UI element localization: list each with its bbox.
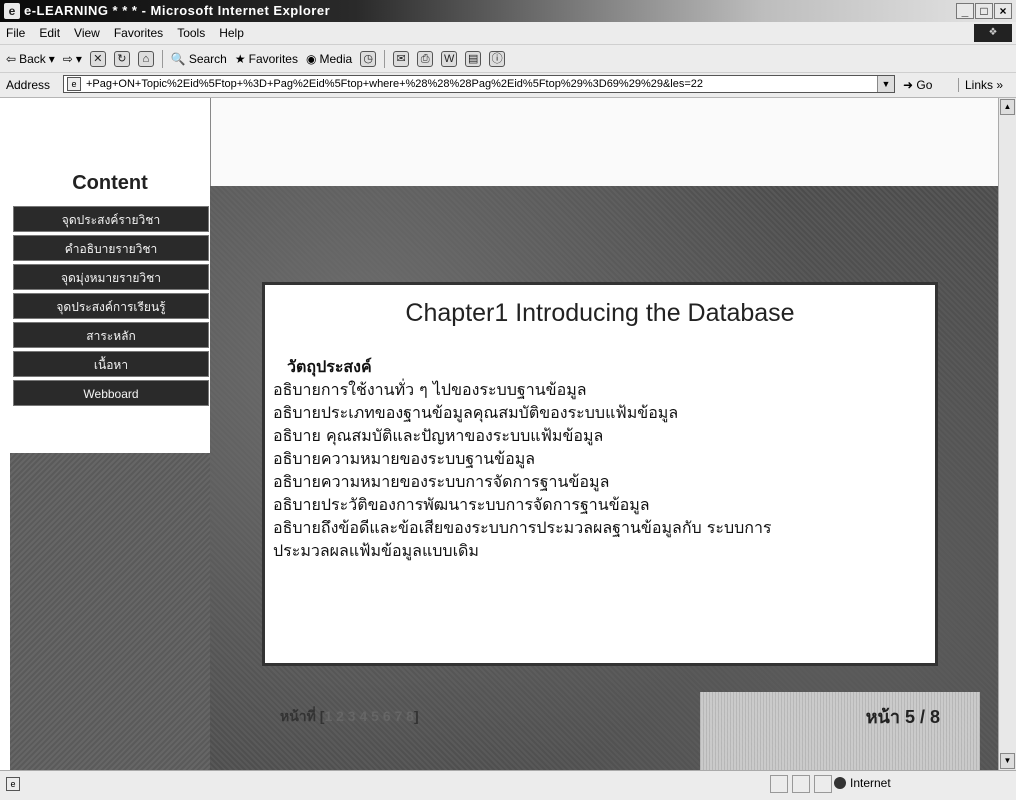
page-links: หน้าที่ [1 2 3 4 5 6 7 8] xyxy=(280,706,419,728)
search-icon: 🔍 xyxy=(170,52,186,66)
slide-title: Chapter1 Introducing the Database xyxy=(405,299,795,327)
menu-favorites[interactable]: Favorites xyxy=(114,26,163,40)
menu-edit[interactable]: Edit xyxy=(39,26,60,40)
left-texture xyxy=(10,453,210,770)
go-button[interactable]: ➜ Go xyxy=(903,78,932,92)
back-arrow-icon: ⇦ xyxy=(6,52,17,66)
home-icon[interactable]: ⌂ xyxy=(137,51,154,67)
window-controls: _ □ × xyxy=(956,3,1012,19)
menu-course-goals[interactable]: จุดมุ่งหมายรายวิชา xyxy=(13,264,209,290)
stop-icon[interactable]: ✕ xyxy=(89,51,106,67)
refresh-icon[interactable]: ↻ xyxy=(113,51,130,67)
forward-arrow-icon: ⇨ xyxy=(62,52,73,66)
media-icon: ◉ xyxy=(305,52,317,66)
page-icon: e xyxy=(67,77,81,91)
content-menu: จุดประสงค์รายวิชา คำอธิบายรายวิชา จุดมุ่… xyxy=(13,206,209,409)
header-strip xyxy=(210,98,998,187)
discuss-icon[interactable]: ▤ xyxy=(465,51,482,67)
menu-course-objectives[interactable]: จุดประสงค์รายวิชา xyxy=(13,206,209,232)
page-navigation: หน้าที่ [1 2 3 4 5 6 7 8] หน้า 5 / 8 xyxy=(280,698,940,728)
menu-help[interactable]: Help xyxy=(219,26,244,40)
menu-bar: File Edit View Favorites Tools Help ❖ xyxy=(0,22,1016,45)
page-label: หน้าที่ [ xyxy=(280,708,325,724)
history-icon[interactable]: ◷ xyxy=(360,51,377,67)
go-arrow-icon: ➜ xyxy=(903,78,914,92)
page-numbers[interactable]: 1 2 3 4 5 6 7 8 xyxy=(324,708,414,724)
links-button[interactable]: Links » xyxy=(958,78,1003,92)
objective-line: อธิบายความหมายของระบบการจัดการฐานข้อมูล xyxy=(273,472,610,491)
content-heading: Content xyxy=(72,172,148,194)
mail-icon[interactable]: ✉ xyxy=(393,51,410,67)
go-label: Go xyxy=(916,78,933,92)
chevron-down-icon: ▾ xyxy=(48,52,55,66)
favorites-icon: ★ xyxy=(234,52,246,66)
status-pane xyxy=(814,775,832,793)
globe-icon xyxy=(834,777,846,789)
address-bar: Address e +Pag+ON+Topic%2Eid%5Ftop+%3D+P… xyxy=(0,73,1016,98)
menu-view[interactable]: View xyxy=(74,26,100,40)
vertical-scrollbar[interactable]: ▲ ▼ xyxy=(998,98,1016,770)
toolbar: ⇦ Back ▾ ⇨ ▾ ✕ ↻ ⌂ 🔍 Search ★ Favorites … xyxy=(0,45,1016,73)
lesson-slide: Chapter1 Introducing the Database วัตถุป… xyxy=(262,282,938,666)
objective-heading: วัตถุประสงค์ xyxy=(287,357,372,376)
media-label: Media xyxy=(319,52,353,66)
media-button[interactable]: ◉ Media xyxy=(306,52,352,66)
toolbar-separator xyxy=(384,50,386,68)
status-pane xyxy=(770,775,788,793)
menu-main-topics[interactable]: สาระหลัก xyxy=(13,322,209,348)
forward-button[interactable]: ⇨ ▾ xyxy=(63,52,82,66)
page-status-icon: e xyxy=(6,777,20,791)
objective-line: อธิบายความหมายของระบบฐานข้อมูล xyxy=(273,449,536,468)
favorites-label: Favorites xyxy=(248,52,298,66)
menu-learning-objectives[interactable]: จุดประสงค์การเรียนรู้ xyxy=(13,293,209,319)
status-panes xyxy=(770,775,832,793)
objective-line: อธิบายการใช้งานทั่ว ๆ ไปของระบบฐานข้อมูล xyxy=(273,380,587,399)
search-button[interactable]: 🔍 Search xyxy=(171,52,227,66)
menu-file[interactable]: File xyxy=(6,26,25,40)
menu-tools[interactable]: Tools xyxy=(177,26,205,40)
scroll-down-icon[interactable]: ▼ xyxy=(1000,753,1015,769)
objective-line: อธิบายถึงข้อดีและข้อเสียของระบบการประมวล… xyxy=(273,518,772,537)
windows-logo-icon: ❖ xyxy=(974,24,1012,42)
minimize-button[interactable]: _ xyxy=(956,3,974,19)
edit-word-icon[interactable]: W xyxy=(441,51,458,67)
favorites-button[interactable]: ★ Favorites xyxy=(235,52,298,66)
page-label-close: ] xyxy=(413,708,419,724)
close-button[interactable]: × xyxy=(994,3,1012,19)
title-bar: e e-LEARNING * * * - Microsoft Internet … xyxy=(0,0,1016,22)
ie-window-icon: e xyxy=(4,3,20,19)
address-dropdown-icon[interactable]: ▼ xyxy=(877,76,894,92)
objective-line: อธิบาย คุณสมบัติและปัญหาของระบบแฟ้มข้อมู… xyxy=(273,426,604,445)
objective-line: อธิบายประวัติของการพัฒนาระบบการจัดการฐาน… xyxy=(273,495,650,514)
menu-content[interactable]: เนื้อหา xyxy=(13,351,209,377)
objective-line: ประมวลผลแฟ้มข้อมูลแบบเดิม xyxy=(273,541,479,560)
print-icon[interactable]: ⎙ xyxy=(417,51,434,67)
address-url[interactable]: +Pag+ON+Topic%2Eid%5Ftop+%3D+Pag%2Eid%5F… xyxy=(86,78,876,90)
status-bar: e Internet xyxy=(0,770,1016,800)
menu-webboard[interactable]: Webboard xyxy=(13,380,209,406)
content-sidebar: Content จุดประสงค์รายวิชา คำอธิบายรายวิช… xyxy=(10,98,211,453)
page-viewport: Content จุดประสงค์รายวิชา คำอธิบายรายวิช… xyxy=(0,98,998,770)
chevron-down-icon: ▾ xyxy=(75,52,82,66)
menu-course-description[interactable]: คำอธิบายรายวิชา xyxy=(13,235,209,261)
scroll-up-icon[interactable]: ▲ xyxy=(1000,99,1015,115)
window-title: e-LEARNING * * * - Microsoft Internet Ex… xyxy=(24,3,331,18)
back-button[interactable]: ⇦ Back ▾ xyxy=(6,52,55,66)
zone-label: Internet xyxy=(850,776,891,790)
toolbar-separator xyxy=(161,50,163,68)
status-pane xyxy=(792,775,810,793)
back-label: Back xyxy=(19,52,46,66)
page-count: หน้า 5 / 8 xyxy=(865,707,940,727)
objective-line: อธิบายประเภทของฐานข้อมูลคุณสมบัติของระบบ… xyxy=(273,403,679,422)
address-input[interactable]: e +Pag+ON+Topic%2Eid%5Ftop+%3D+Pag%2Eid%… xyxy=(63,75,895,93)
slide-body: วัตถุประสงค์ อธิบายการใช้งานทั่ว ๆ ไปของ… xyxy=(273,355,923,562)
search-label: Search xyxy=(188,52,227,66)
maximize-button[interactable]: □ xyxy=(975,3,993,19)
messenger-icon[interactable]: ⓘ xyxy=(489,51,506,67)
address-label: Address xyxy=(6,78,51,92)
security-zone: Internet xyxy=(834,776,891,790)
